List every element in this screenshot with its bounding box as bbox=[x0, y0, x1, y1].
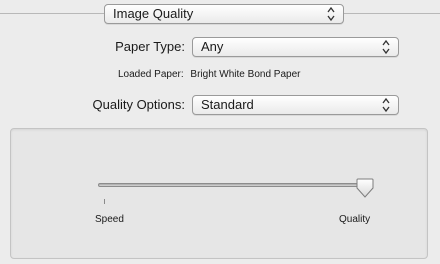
loaded-paper-row: Loaded Paper: Bright White Bond Paper bbox=[118, 68, 418, 82]
loaded-paper-value: Bright White Bond Paper bbox=[190, 69, 301, 80]
quality-options-popup[interactable]: Standard bbox=[192, 95, 399, 115]
section-popup-label: Image Quality bbox=[113, 6, 194, 21]
slider-tick-mark bbox=[104, 199, 105, 204]
divider-right bbox=[344, 13, 440, 14]
quality-options-value: Standard bbox=[201, 97, 254, 112]
quality-options-label: Quality Options: bbox=[92, 97, 186, 112]
slider-min-label: Speed bbox=[95, 214, 124, 225]
quality-slider-track[interactable] bbox=[98, 183, 366, 187]
up-down-chevrons-icon bbox=[327, 6, 335, 22]
up-down-chevrons-icon bbox=[382, 39, 390, 55]
slider-max-label: Quality bbox=[339, 214, 371, 225]
slider-thumb-icon[interactable] bbox=[355, 177, 375, 199]
paper-type-popup[interactable]: Any bbox=[192, 37, 399, 57]
paper-type-value: Any bbox=[201, 39, 224, 54]
section-popup[interactable]: Image Quality bbox=[104, 4, 344, 24]
loaded-paper-label: Loaded Paper: bbox=[118, 69, 184, 80]
up-down-chevrons-icon bbox=[382, 97, 390, 113]
paper-type-label: Paper Type: bbox=[115, 39, 185, 54]
divider-left bbox=[0, 13, 104, 14]
